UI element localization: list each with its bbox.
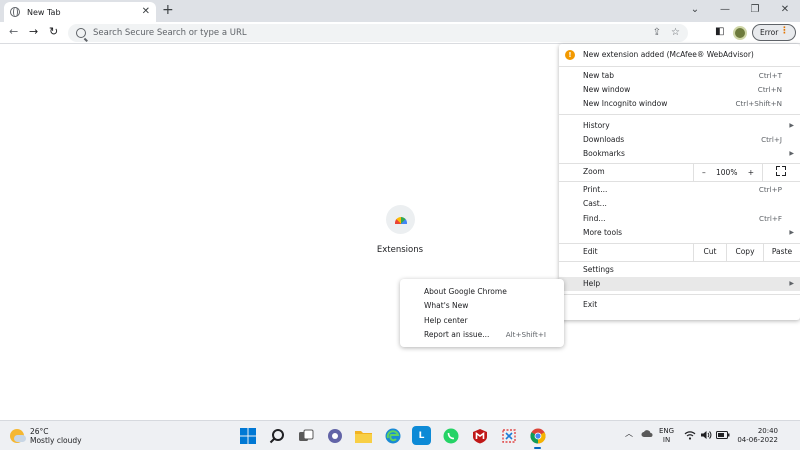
language-code: ENG (659, 427, 675, 435)
help-item-whats-new[interactable]: What's New (400, 299, 564, 313)
region-code: IN (662, 436, 671, 444)
whatsapp-icon[interactable] (441, 426, 460, 445)
new-tab-button[interactable]: + (162, 3, 174, 17)
menu-item-new-tab[interactable]: New tab Ctrl+T (559, 69, 800, 83)
bookmark-star-icon[interactable]: ☆ (671, 27, 680, 38)
menu-item-help[interactable]: Help ▶ (559, 277, 800, 291)
windows-taskbar: 26°C Mostly cloudy L ︿ ENG IN 20:40 04-0… (0, 420, 800, 450)
tab-close-icon[interactable]: ✕ (142, 7, 150, 17)
menu-item-cast[interactable]: Cast... (559, 197, 800, 211)
partly-cloudy-icon (10, 429, 26, 443)
menu-item-history[interactable]: History ▶ (559, 119, 800, 133)
windows-start-icon[interactable] (238, 426, 257, 445)
tab-strip: New Tab ✕ + ⌄ — ❐ ✕ (0, 0, 800, 22)
onedrive-cloud-icon[interactable] (641, 429, 653, 438)
menu-divider (559, 163, 800, 164)
rainbow-icon (394, 217, 407, 224)
warning-icon: ! (565, 50, 575, 60)
zoom-out-button[interactable]: – (702, 168, 706, 177)
menu-item-settings[interactable]: Settings (559, 263, 800, 277)
side-panel-icon[interactable]: ◧ (715, 26, 724, 37)
extensions-label[interactable]: Extensions (360, 245, 440, 255)
weather-temperature: 26°C (30, 427, 49, 436)
menu-item-exit[interactable]: Exit (559, 298, 800, 312)
tray-chevron-up-icon[interactable]: ︿ (625, 428, 633, 439)
menu-item-downloads[interactable]: Downloads Ctrl+J (559, 133, 800, 147)
menu-divider (559, 114, 800, 115)
chrome-browser-icon[interactable] (528, 426, 547, 449)
l-app-icon[interactable]: L (412, 426, 431, 445)
wifi-icon[interactable] (684, 430, 696, 440)
weather-widget[interactable]: 26°C Mostly cloudy (10, 427, 82, 445)
edge-browser-icon[interactable] (383, 426, 402, 445)
tab-search-icon[interactable]: ⌄ (680, 0, 710, 22)
submenu-arrow-icon: ▶ (789, 122, 794, 129)
reload-icon[interactable]: ↻ (49, 25, 58, 39)
volume-icon[interactable] (700, 430, 712, 440)
tab-title: New Tab (27, 7, 61, 17)
help-item-report-issue[interactable]: Report an issue... Alt+Shift+I (400, 328, 564, 342)
system-clock[interactable]: 20:40 04-06-2022 (736, 427, 778, 445)
menu-item-find[interactable]: Find... Ctrl+F (559, 212, 800, 226)
clock-date: 04-06-2022 (737, 436, 778, 444)
error-menu-button[interactable]: Error ⋮ (752, 24, 796, 41)
close-window-button[interactable]: ✕ (770, 0, 800, 22)
teams-chat-icon[interactable] (325, 426, 344, 445)
menu-item-zoom: Zoom (583, 167, 605, 176)
profile-avatar[interactable] (733, 26, 747, 40)
search-icon (76, 28, 86, 38)
menu-divider (559, 181, 800, 182)
extensions-shortcut[interactable] (386, 205, 415, 234)
back-arrow-icon[interactable]: ← (9, 25, 18, 39)
edit-paste-button[interactable]: Paste (763, 243, 800, 261)
help-item-about-chrome[interactable]: About Google Chrome (400, 285, 564, 299)
file-explorer-icon[interactable] (354, 426, 373, 445)
clock-time: 20:40 (757, 427, 778, 435)
menu-item-bookmarks[interactable]: Bookmarks ▶ (559, 147, 800, 161)
chrome-main-menu: ! New extension added (McAfee® WebAdviso… (559, 44, 800, 320)
menu-item-new-incognito[interactable]: New Incognito window Ctrl+Shift+N (559, 97, 800, 111)
menu-item-more-tools[interactable]: More tools ▶ (559, 226, 800, 240)
menu-item-new-window[interactable]: New window Ctrl+N (559, 83, 800, 97)
submenu-arrow-icon: ▶ (789, 229, 794, 236)
submenu-arrow-icon: ▶ (789, 150, 794, 157)
taskbar-apps: L (238, 426, 547, 449)
minimize-button[interactable]: — (710, 0, 740, 22)
omnibox-input[interactable] (93, 28, 633, 38)
menu-divider (559, 261, 800, 262)
extension-notice[interactable]: ! New extension added (McAfee® WebAdviso… (559, 48, 800, 62)
system-tray: ︿ (625, 428, 653, 439)
zoom-level: 100% (716, 167, 738, 177)
fullscreen-icon[interactable] (776, 166, 786, 176)
address-bar[interactable]: ⇪ ☆ (68, 24, 688, 42)
error-label: Error (760, 28, 779, 37)
window-controls: ⌄ — ❐ ✕ (680, 0, 800, 22)
forward-arrow-icon[interactable]: → (29, 25, 38, 39)
zoom-controls: – 100% + (693, 163, 763, 181)
share-icon[interactable]: ⇪ (653, 27, 661, 38)
menu-divider (559, 66, 800, 67)
globe-icon (10, 6, 20, 17)
menu-divider (559, 294, 800, 295)
snipping-tool-icon[interactable] (499, 426, 518, 445)
search-icon[interactable] (267, 426, 286, 445)
mcafee-icon[interactable] (470, 426, 489, 445)
battery-icon[interactable] (716, 431, 730, 439)
input-language-indicator[interactable]: ENG IN (659, 427, 674, 445)
task-view-icon[interactable] (296, 426, 315, 445)
help-submenu: About Google Chrome What's New Help cent… (400, 279, 564, 347)
weather-condition: Mostly cloudy (30, 436, 82, 445)
help-item-help-center[interactable]: Help center (400, 314, 564, 328)
submenu-arrow-icon: ▶ (789, 280, 794, 287)
browser-toolbar: ← → ↻ ⇪ ☆ ◧ (0, 22, 800, 44)
restore-button[interactable]: ❐ (740, 0, 770, 22)
edit-cut-button[interactable]: Cut (693, 243, 726, 261)
edit-copy-button[interactable]: Copy (726, 243, 763, 261)
menu-dots-icon: ⋮ (780, 26, 789, 36)
menu-item-print[interactable]: Print... Ctrl+P (559, 183, 800, 197)
zoom-in-button[interactable]: + (748, 168, 754, 177)
tab-new-tab[interactable]: New Tab ✕ (4, 2, 156, 22)
